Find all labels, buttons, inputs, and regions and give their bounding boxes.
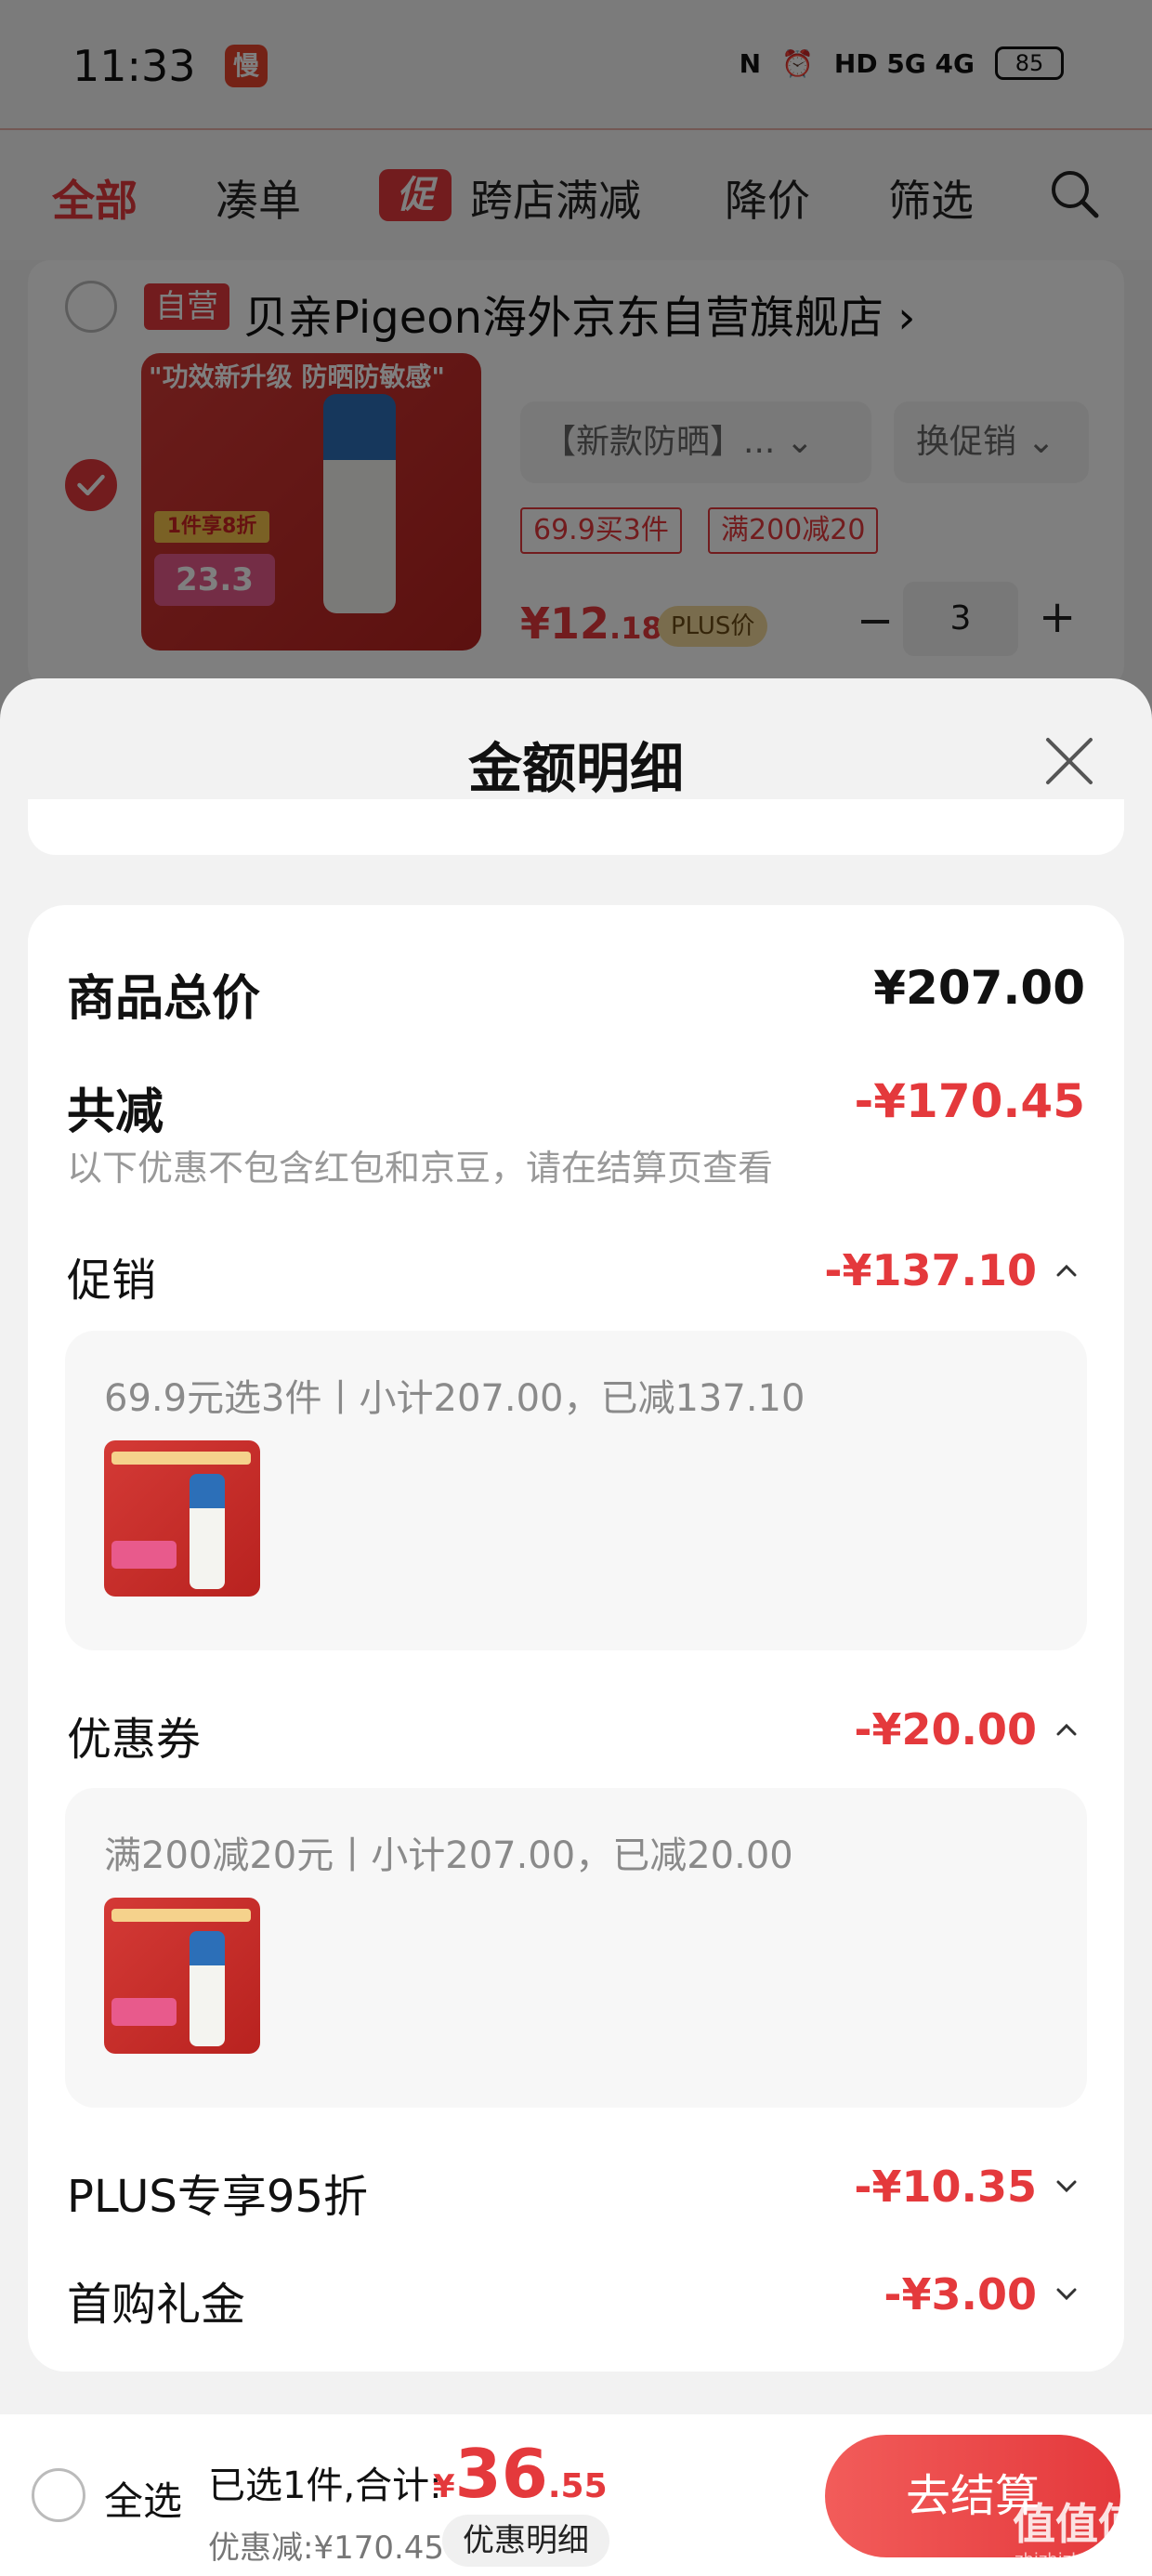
thumb-bottle — [190, 1931, 225, 2046]
thumb-banner — [111, 1452, 251, 1465]
sheet-title: 金额明细 — [467, 737, 684, 800]
total-reduce-amount: -¥170.45 — [854, 1074, 1086, 1128]
first-purchase-gift-label[interactable]: 首购礼金 — [67, 2267, 245, 2333]
product-thumbnail[interactable] — [104, 1898, 260, 2054]
close-icon[interactable] — [1042, 734, 1096, 788]
thumb-price-tag — [111, 1541, 177, 1569]
scrolled-card-edge — [28, 799, 1124, 855]
total-reduce-label: 共减 — [67, 1084, 164, 1140]
chevron-down-icon[interactable] — [1054, 2173, 1080, 2199]
promotion-detail-box: 69.9元选3件丨小计207.00，已减137.10 — [65, 1331, 1087, 1650]
coupon-detail-box: 满200减20元丨小计207.00，已减20.00 — [65, 1788, 1087, 2108]
thumb-bottle — [190, 1474, 225, 1589]
total-decimal: .55 — [547, 2467, 608, 2505]
checkout-bar: 全选 已选1件,合计: ¥36.55 优惠减:¥170.45 优惠明细 去结算 — [0, 2414, 1152, 2576]
promotion-amount[interactable]: -¥137.10 — [824, 1245, 1037, 1295]
watermark-logo: 值值值 — [1013, 2499, 1141, 2549]
promotion-detail-text: 69.9元选3件丨小计207.00，已减137.10 — [104, 1377, 805, 1420]
select-all-radio[interactable] — [32, 2468, 85, 2522]
first-purchase-gift-amount[interactable]: -¥3.00 — [884, 2269, 1037, 2320]
coupon-detail-text: 满200减20元丨小计207.00，已减20.00 — [104, 1834, 793, 1877]
coupon-amount[interactable]: -¥20.00 — [854, 1704, 1037, 1755]
promotion-label[interactable]: 促销 — [67, 1243, 156, 1308]
discount-summary: 优惠减:¥170.45 — [208, 2530, 445, 2567]
thumb-price-tag — [111, 1998, 177, 2026]
discount-detail-button[interactable]: 优惠明细 — [442, 2515, 609, 2567]
total-currency: ¥ — [433, 2468, 455, 2505]
total-price: ¥36.55 — [433, 2435, 608, 2513]
thumb-banner — [111, 1909, 251, 1922]
chevron-up-icon[interactable] — [1054, 1717, 1080, 1743]
reduce-note: 以下优惠不包含红包和京豆，请在结算页查看 — [67, 1148, 774, 1189]
coupon-label[interactable]: 优惠券 — [67, 1702, 201, 1768]
amount-detail-sheet: 金额明细 商品总价 ¥207.00 共减 -¥170.45 以下优惠不包含红包和… — [0, 678, 1152, 2576]
chevron-up-icon[interactable] — [1054, 1258, 1080, 1284]
selected-count-text: 已选1件,合计: — [208, 2464, 442, 2507]
product-thumbnail[interactable] — [104, 1440, 260, 1597]
amount-detail-card: 商品总价 ¥207.00 共减 -¥170.45 以下优惠不包含红包和京豆，请在… — [28, 905, 1124, 2372]
chevron-down-icon[interactable] — [1054, 2280, 1080, 2307]
watermark-url: zhizhizhi.com — [1015, 2550, 1128, 2569]
total-integer: 36 — [454, 2435, 548, 2513]
select-all-label[interactable]: 全选 — [104, 2470, 182, 2527]
total-price-amount: ¥207.00 — [873, 961, 1085, 1015]
plus-discount-label[interactable]: PLUS专享95折 — [67, 2160, 368, 2225]
plus-discount-amount[interactable]: -¥10.35 — [854, 2162, 1037, 2212]
total-price-label: 商品总价 — [67, 971, 261, 1027]
